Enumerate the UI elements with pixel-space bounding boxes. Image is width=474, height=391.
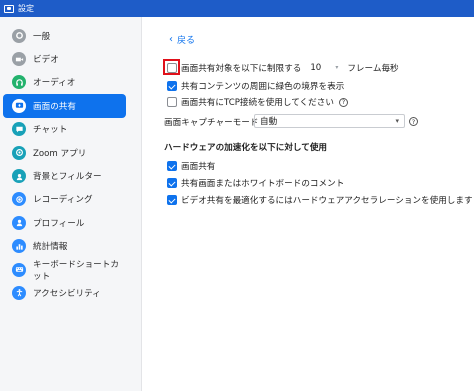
share-screen-icon <box>12 98 26 113</box>
fps-unit-label: フレーム毎秒 <box>347 63 399 74</box>
record-icon <box>12 192 26 207</box>
statistics-icon <box>12 239 26 254</box>
sidebar-item-zoom-apps[interactable]: Zoom アプリ <box>3 141 126 164</box>
keyboard-icon <box>12 262 26 277</box>
hw-video-share-label: ビデオ共有を最適化するにはハードウェアアクセラレーションを使用します <box>181 196 473 206</box>
hw-annotation-row: 共有画面またはホワイトボードのコメント <box>167 177 344 189</box>
hw-video-share-checkbox[interactable] <box>167 195 177 205</box>
capture-mode-label: 画面キャプチャーモード <box>164 118 259 128</box>
accessibility-icon <box>12 285 26 300</box>
sidebar-item-background-filter[interactable]: 背景とフィルター <box>3 164 126 187</box>
tcp-checkbox[interactable] <box>167 97 177 107</box>
limit-fps-row: 画面共有対象を以下に制限する 10 ▾ フレーム毎秒 <box>167 61 399 74</box>
sidebar-item-profile[interactable]: プロフィール <box>3 211 126 234</box>
chevron-down-icon: ▾ <box>395 117 399 125</box>
sidebar-item-share-screen[interactable]: 画面の共有 <box>3 94 126 118</box>
back-label: 戻る <box>177 36 196 46</box>
chevron-down-icon: ▾ <box>335 64 339 71</box>
sidebar-item-label: Zoom アプリ <box>33 148 87 159</box>
background-filter-icon <box>12 169 26 184</box>
hw-screen-share-row: 画面共有 <box>167 160 215 172</box>
video-camera-icon <box>12 52 26 67</box>
hw-annotation-checkbox[interactable] <box>167 178 177 188</box>
sidebar-item-label: オーディオ <box>33 78 76 89</box>
sidebar-item-label: チャット <box>33 125 68 136</box>
green-border-label: 共有コンテンツの周囲に緑色の境界を表示 <box>181 82 345 92</box>
title-bar: 設定 <box>0 0 474 17</box>
tcp-row: 画面共有にTCP接続を使用してください ? <box>167 96 348 108</box>
settings-sidebar: 一般 ビデオ オーディオ 画面の共有 チャット Zoom アプリ 背景とフィルタ… <box>0 17 142 391</box>
headphones-icon <box>12 75 26 90</box>
green-border-checkbox[interactable] <box>167 81 177 91</box>
capture-mode-select[interactable]: 自動 ▾ <box>254 114 405 128</box>
sidebar-item-label: ビデオ <box>33 55 59 66</box>
sidebar-item-chat[interactable]: チャット <box>3 118 126 141</box>
sidebar-item-label: 一般 <box>33 31 51 42</box>
sidebar-item-statistics[interactable]: 統計情報 <box>3 235 126 258</box>
hw-annotation-label: 共有画面またはホワイトボードのコメント <box>181 179 345 189</box>
hw-screen-share-checkbox[interactable] <box>167 161 177 171</box>
sidebar-item-label: 統計情報 <box>33 242 68 253</box>
sidebar-item-keyboard-shortcuts[interactable]: キーボードショートカット <box>3 258 126 282</box>
chevron-left-icon: ‹ <box>169 34 173 45</box>
tcp-label: 画面共有にTCP接続を使用してください <box>181 98 334 108</box>
help-icon[interactable]: ? <box>409 117 418 126</box>
hw-screen-share-label: 画面共有 <box>181 162 216 172</box>
share-screen-settings-panel: ‹ 戻る 画面共有対象を以下に制限する 10 ▾ フレーム毎秒 共有コンテンツの… <box>143 17 474 391</box>
fps-select[interactable]: 10 ▾ <box>306 61 343 74</box>
hw-acceleration-title: ハードウェアの加速化を以下に対して使用 <box>164 143 328 153</box>
help-icon[interactable]: ? <box>338 97 348 107</box>
gear-icon <box>12 28 26 43</box>
sidebar-item-label: 背景とフィルター <box>33 172 102 183</box>
fps-value: 10 <box>310 62 322 73</box>
profile-icon <box>12 215 26 230</box>
limit-fps-label: 画面共有対象を以下に制限する <box>181 63 302 74</box>
green-border-row: 共有コンテンツの周囲に緑色の境界を表示 <box>167 80 344 92</box>
capture-mode-value: 自動 <box>260 117 278 127</box>
sidebar-item-recording[interactable]: レコーディング <box>3 188 126 211</box>
sidebar-item-audio[interactable]: オーディオ <box>3 71 126 94</box>
sidebar-item-accessibility[interactable]: アクセシビリティ <box>3 281 126 304</box>
window-title: 設定 <box>18 4 34 13</box>
zoom-apps-icon <box>12 145 26 160</box>
sidebar-item-label: アクセシビリティ <box>33 288 101 299</box>
back-link[interactable]: ‹ 戻る <box>169 33 195 46</box>
sidebar-item-video[interactable]: ビデオ <box>3 47 126 70</box>
app-window-icon <box>4 4 14 13</box>
sidebar-item-label: キーボードショートカット <box>33 259 119 282</box>
limit-fps-checkbox[interactable] <box>167 62 177 73</box>
chat-bubble-icon <box>12 122 26 137</box>
hw-video-share-row: ビデオ共有を最適化するにはハードウェアアクセラレーションを使用します ? <box>167 194 474 206</box>
sidebar-item-general[interactable]: 一般 <box>3 24 126 47</box>
sidebar-item-label: レコーディング <box>33 195 93 206</box>
sidebar-item-label: プロフィール <box>33 218 85 229</box>
sidebar-item-label: 画面の共有 <box>33 101 76 112</box>
